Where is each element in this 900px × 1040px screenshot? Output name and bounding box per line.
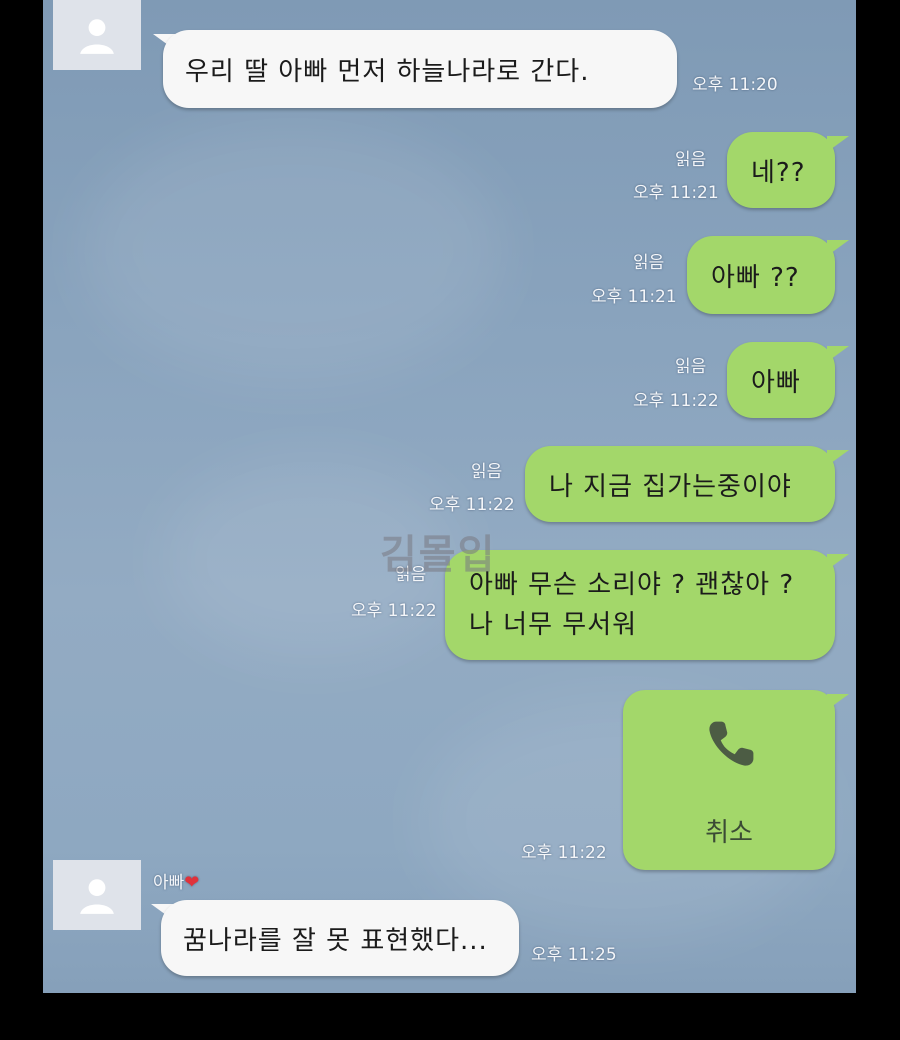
message-text: 네?? <box>751 157 806 188</box>
message-time: 오후 11:22 <box>351 601 437 621</box>
message-time: 오후 11:22 <box>429 495 515 515</box>
sender-avatar[interactable] <box>53 0 141 70</box>
message-bubble-outgoing[interactable]: 네?? <box>727 132 835 208</box>
profile-icon <box>80 19 114 54</box>
message-bubble-incoming[interactable]: 우리 딸 아빠 먼저 하늘나라로 간다. <box>163 30 677 108</box>
background-cloud <box>83 120 503 380</box>
read-status: 읽음 <box>471 462 503 482</box>
message-text-line-1: 아빠 무슨 소리야 ? 괜찮아 ? <box>469 570 795 600</box>
message-bubble-incoming[interactable]: 꿈나라를 잘 못 표현했다... <box>161 900 519 976</box>
message-text: 나 지금 집가는중이야 <box>549 471 792 502</box>
phone-icon <box>709 721 754 766</box>
message-time: 오후 11:25 <box>531 945 617 965</box>
voice-call-bubble[interactable]: 취소 <box>623 690 835 870</box>
message-time: 오후 11:21 <box>633 183 719 203</box>
bubble-tail <box>827 694 849 710</box>
bubble-tail <box>827 136 849 152</box>
message-text: 아빠 ?? <box>711 262 800 293</box>
cancel-label: 취소 <box>705 818 753 848</box>
message-time: 오후 11:22 <box>521 843 607 863</box>
message-bubble-outgoing[interactable]: 나 지금 집가는중이야 <box>525 446 835 522</box>
bubble-tail <box>827 346 849 362</box>
message-time: 오후 11:21 <box>591 287 677 307</box>
read-status: 읽음 <box>633 253 665 273</box>
message-text: 우리 딸 아빠 먼저 하늘나라로 간다. <box>185 56 590 87</box>
profile-icon <box>80 879 114 914</box>
bubble-tail <box>827 240 849 256</box>
message-text: 아빠 <box>751 367 801 398</box>
bubble-tail <box>827 554 849 570</box>
read-status: 읽음 <box>675 150 707 170</box>
message-time: 오후 11:22 <box>633 391 719 411</box>
message-text-line-2: 나 너무 무서워 <box>469 610 638 640</box>
sender-name: 아빠❤ <box>153 872 200 893</box>
heart-icon: ❤ <box>184 872 200 893</box>
message-bubble-outgoing[interactable]: 아빠 무슨 소리야 ? 괜찮아 ? 나 너무 무서워 <box>445 550 835 660</box>
sender-avatar[interactable] <box>53 860 141 930</box>
message-bubble-outgoing[interactable]: 아빠 ?? <box>687 236 835 314</box>
bubble-tail <box>827 450 849 466</box>
message-bubble-outgoing[interactable]: 아빠 <box>727 342 835 418</box>
message-text: 꿈나라를 잘 못 표현했다... <box>183 925 488 956</box>
watermark: 김몰입 <box>380 532 497 578</box>
read-status: 읽음 <box>675 357 707 377</box>
chat-screen: 우리 딸 아빠 먼저 하늘나라로 간다. 오후 11:20 네?? 읽음 오후 … <box>43 0 856 993</box>
message-time: 오후 11:20 <box>692 75 778 95</box>
